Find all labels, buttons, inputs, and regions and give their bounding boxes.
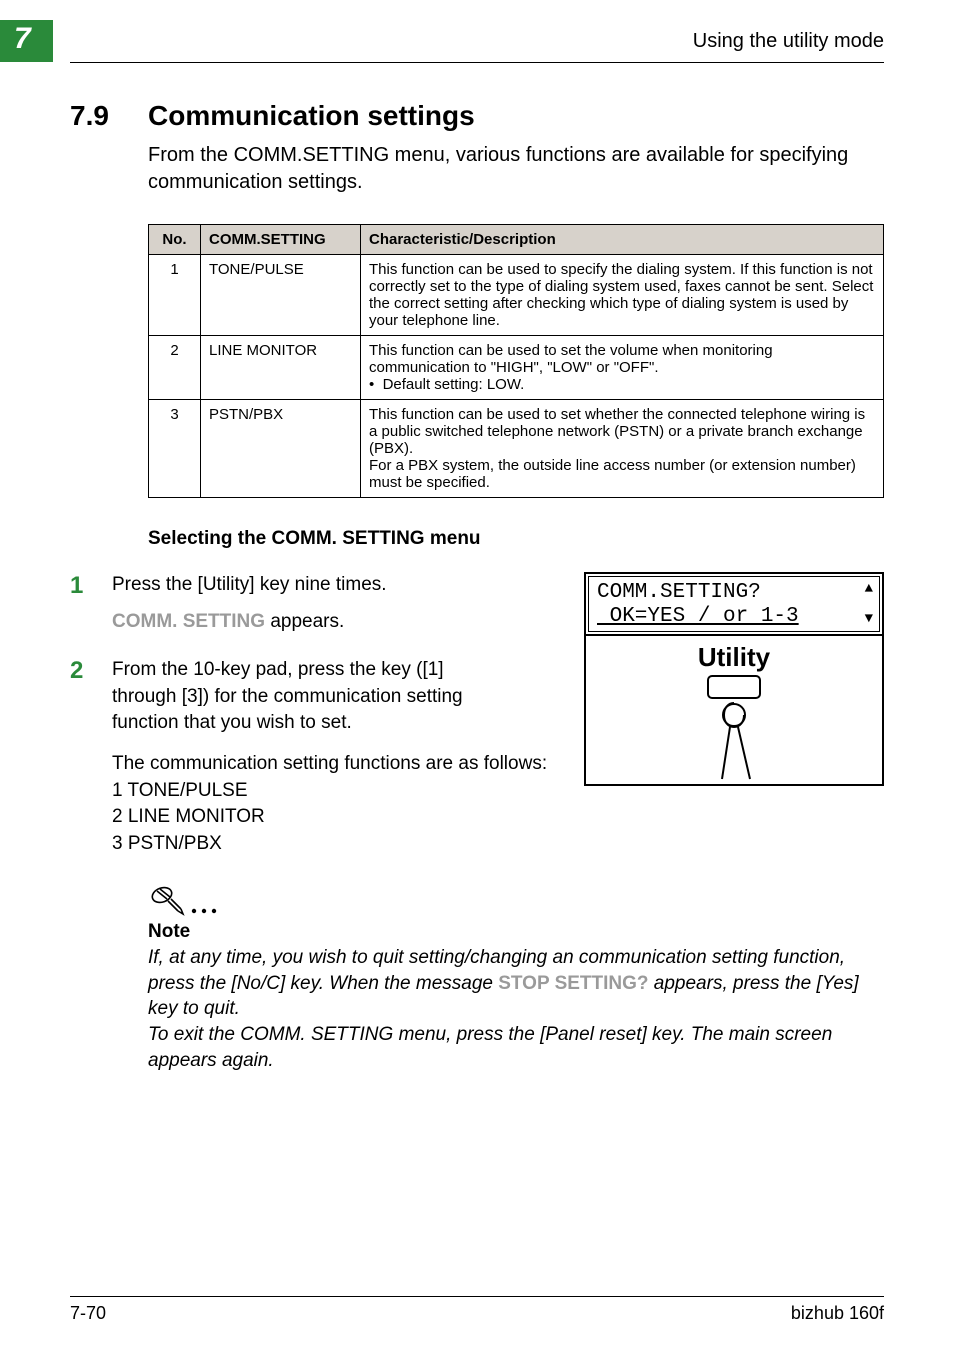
footer-product: bizhub 160f	[791, 1303, 884, 1324]
note-icon-row	[148, 883, 884, 917]
step-text: From the 10-key pad, press the key ([1] …	[112, 657, 547, 857]
utility-label: Utility	[698, 642, 770, 673]
lcd-screen: COMM.SETTING? OK=YES / or 1-3 ▲ ▼	[588, 576, 880, 632]
section-heading: 7.9 Communication settings	[70, 100, 884, 132]
table-row: 2 LINE MONITOR This function can be used…	[149, 336, 884, 400]
lcd-line1: COMM.SETTING?	[597, 581, 871, 605]
page-footer: 7-70 bizhub 160f	[70, 1296, 884, 1324]
finger-press-icon	[704, 701, 764, 781]
lcd-outer: COMM.SETTING? OK=YES / or 1-3 ▲ ▼	[584, 572, 884, 636]
footer-page-number: 7-70	[70, 1303, 106, 1324]
note-body-2: To exit the COMM. SETTING menu, press th…	[148, 1022, 884, 1073]
cell-no: 3	[149, 400, 201, 498]
step-list-item: 1 TONE/PULSE	[112, 778, 547, 805]
step-line: Press the [Utility] key nine times.	[112, 572, 492, 599]
table-row: 1 TONE/PULSE This function can be used t…	[149, 255, 884, 336]
note-grey: STOP SETTING?	[498, 973, 648, 994]
up-arrow-icon: ▲	[865, 581, 873, 597]
chapter-tab: 7	[0, 20, 53, 62]
section-title: Communication settings	[148, 100, 475, 132]
page-content: 7.9 Communication settings From the COMM…	[70, 100, 884, 1073]
header-rule	[70, 62, 884, 63]
cell-desc: This function can be used to set the vol…	[361, 336, 884, 400]
footer-row: 7-70 bizhub 160f	[70, 1303, 884, 1324]
cell-desc-line: This function can be used to set the vol…	[369, 342, 773, 376]
cell-desc-bullet: Default setting: LOW.	[383, 376, 525, 393]
step-line: COMM. SETTING appears.	[112, 609, 492, 636]
grey-label: COMM. SETTING	[112, 611, 265, 632]
step-line-tail: appears.	[265, 611, 344, 632]
cell-setting: TONE/PULSE	[201, 255, 361, 336]
note-icon	[148, 883, 218, 917]
utility-key-icon	[707, 675, 761, 699]
note-heading: Note	[148, 919, 884, 945]
cell-desc: This function can be used to specify the…	[361, 255, 884, 336]
th-no: No.	[149, 225, 201, 255]
step-list-item: 2 LINE MONITOR	[112, 804, 547, 831]
table-header-row: No. COMM.SETTING Characteristic/Descript…	[149, 225, 884, 255]
utility-box: Utility	[584, 636, 884, 786]
cell-setting: LINE MONITOR	[201, 336, 361, 400]
step-number: 1	[70, 572, 112, 635]
display-panel: COMM.SETTING? OK=YES / or 1-3 ▲ ▼ Utilit…	[584, 572, 884, 786]
step-list-item: 3 PSTN/PBX	[112, 831, 547, 858]
note-block: Note If, at any time, you wish to quit s…	[148, 883, 884, 1073]
down-arrow-icon: ▼	[865, 611, 873, 627]
step-para: From the 10-key pad, press the key ([1] …	[112, 657, 492, 737]
header-title: Using the utility mode	[693, 30, 884, 53]
lcd-line2: OK=YES / or 1-3	[597, 605, 871, 629]
step-number: 2	[70, 657, 112, 857]
steps-wrapper: COMM.SETTING? OK=YES / or 1-3 ▲ ▼ Utilit…	[70, 572, 884, 857]
step-text: Press the [Utility] key nine times. COMM…	[112, 572, 492, 635]
step-para: The communication setting functions are …	[112, 751, 547, 778]
th-desc: Characteristic/Description	[361, 225, 884, 255]
cell-no: 1	[149, 255, 201, 336]
settings-table: No. COMM.SETTING Characteristic/Descript…	[148, 224, 884, 498]
footer-rule	[70, 1296, 884, 1297]
th-setting: COMM.SETTING	[201, 225, 361, 255]
cell-setting: PSTN/PBX	[201, 400, 361, 498]
note-body: If, at any time, you wish to quit settin…	[148, 945, 884, 1022]
cell-desc: This function can be used to set whether…	[361, 400, 884, 498]
section-number: 7.9	[70, 100, 148, 132]
section-intro: From the COMM.SETTING menu, various func…	[148, 142, 884, 196]
cell-no: 2	[149, 336, 201, 400]
table-row: 3 PSTN/PBX This function can be used to …	[149, 400, 884, 498]
subheading: Selecting the COMM. SETTING menu	[148, 528, 884, 550]
